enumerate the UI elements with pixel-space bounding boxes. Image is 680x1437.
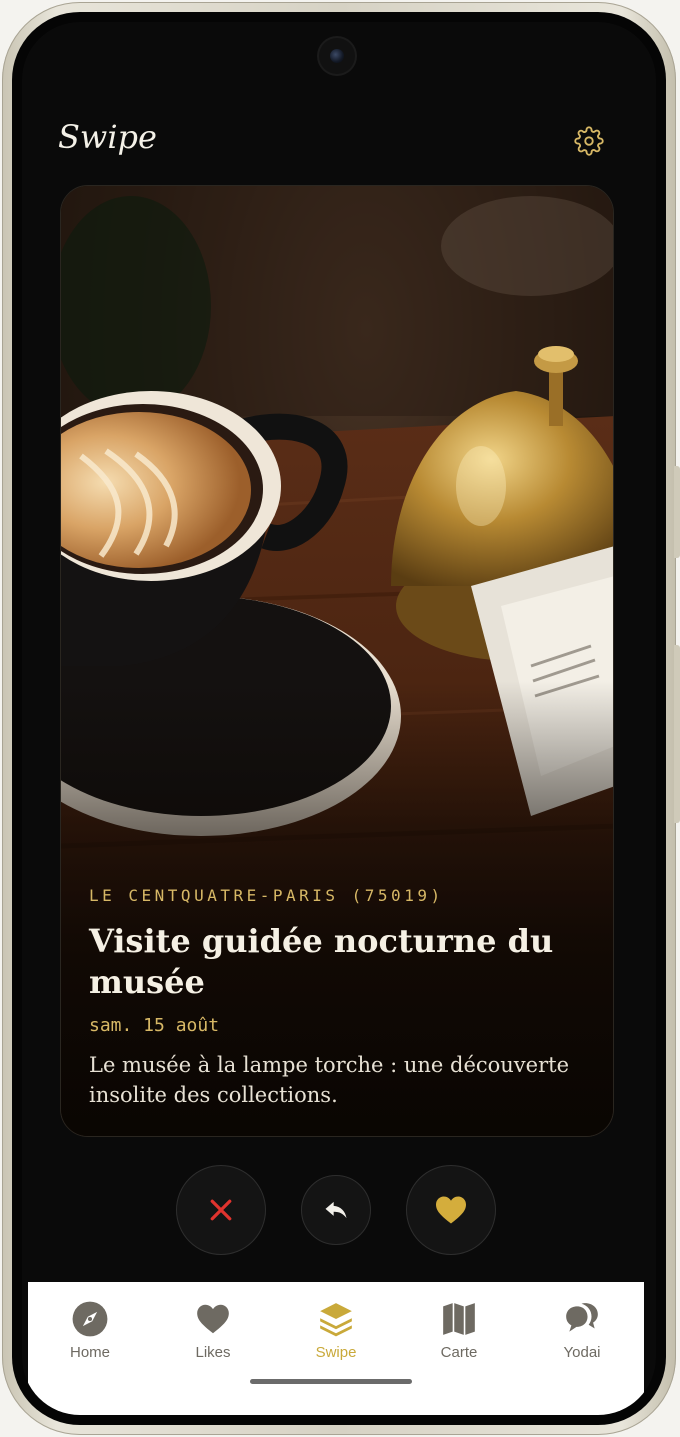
venue-label: LE CENTQUATRE-PARIS (75019): [89, 886, 444, 905]
close-icon: [210, 1199, 232, 1221]
screen: Swipe LE CENTQUATRE-PARIS (75019) Visite…: [22, 22, 656, 1415]
event-card[interactable]: LE CENTQUATRE-PARIS (75019) Visite guidé…: [60, 185, 614, 1137]
like-button[interactable]: [406, 1165, 496, 1255]
map-icon: [443, 1303, 475, 1335]
nav-item-home[interactable]: Home: [40, 1300, 140, 1384]
nav-item-swipe[interactable]: Swipe: [286, 1300, 386, 1384]
nav-item-yodai[interactable]: Yodai: [532, 1300, 632, 1384]
nav-item-likes[interactable]: Likes: [163, 1300, 263, 1384]
heart-icon: [436, 1196, 466, 1224]
nav-label-home: Home: [69, 1344, 110, 1361]
nav-label-carte: Carte: [440, 1344, 478, 1361]
nav-label-yodai: Yodai: [563, 1344, 601, 1361]
home-indicator[interactable]: [250, 1379, 412, 1384]
event-date: sam. 15 août: [89, 1015, 220, 1036]
bottom-navigation: Home Likes Swipe Carte Yodai: [28, 1282, 644, 1415]
event-description: Le musée à la lampe torche : une découve…: [89, 1053, 570, 1107]
settings-button[interactable]: [574, 126, 604, 156]
front-camera: [319, 38, 355, 74]
nav-label-swipe: Swipe: [315, 1344, 357, 1361]
gear-icon: [574, 126, 604, 156]
event-title: Visite guidée nocturne du musée: [89, 922, 554, 1001]
nav-label-likes: Likes: [195, 1344, 231, 1361]
chat-icon: [566, 1303, 598, 1332]
power-button: [674, 466, 680, 558]
nav-item-carte[interactable]: Carte: [409, 1300, 509, 1384]
compass-icon: [72, 1301, 108, 1337]
reject-button[interactable]: [176, 1165, 266, 1255]
heart-icon: [197, 1304, 229, 1334]
page-title: Swipe: [58, 118, 157, 156]
undo-button[interactable]: [301, 1175, 371, 1245]
undo-icon: [325, 1201, 347, 1219]
layers-icon: [320, 1303, 352, 1337]
volume-button: [674, 645, 680, 823]
